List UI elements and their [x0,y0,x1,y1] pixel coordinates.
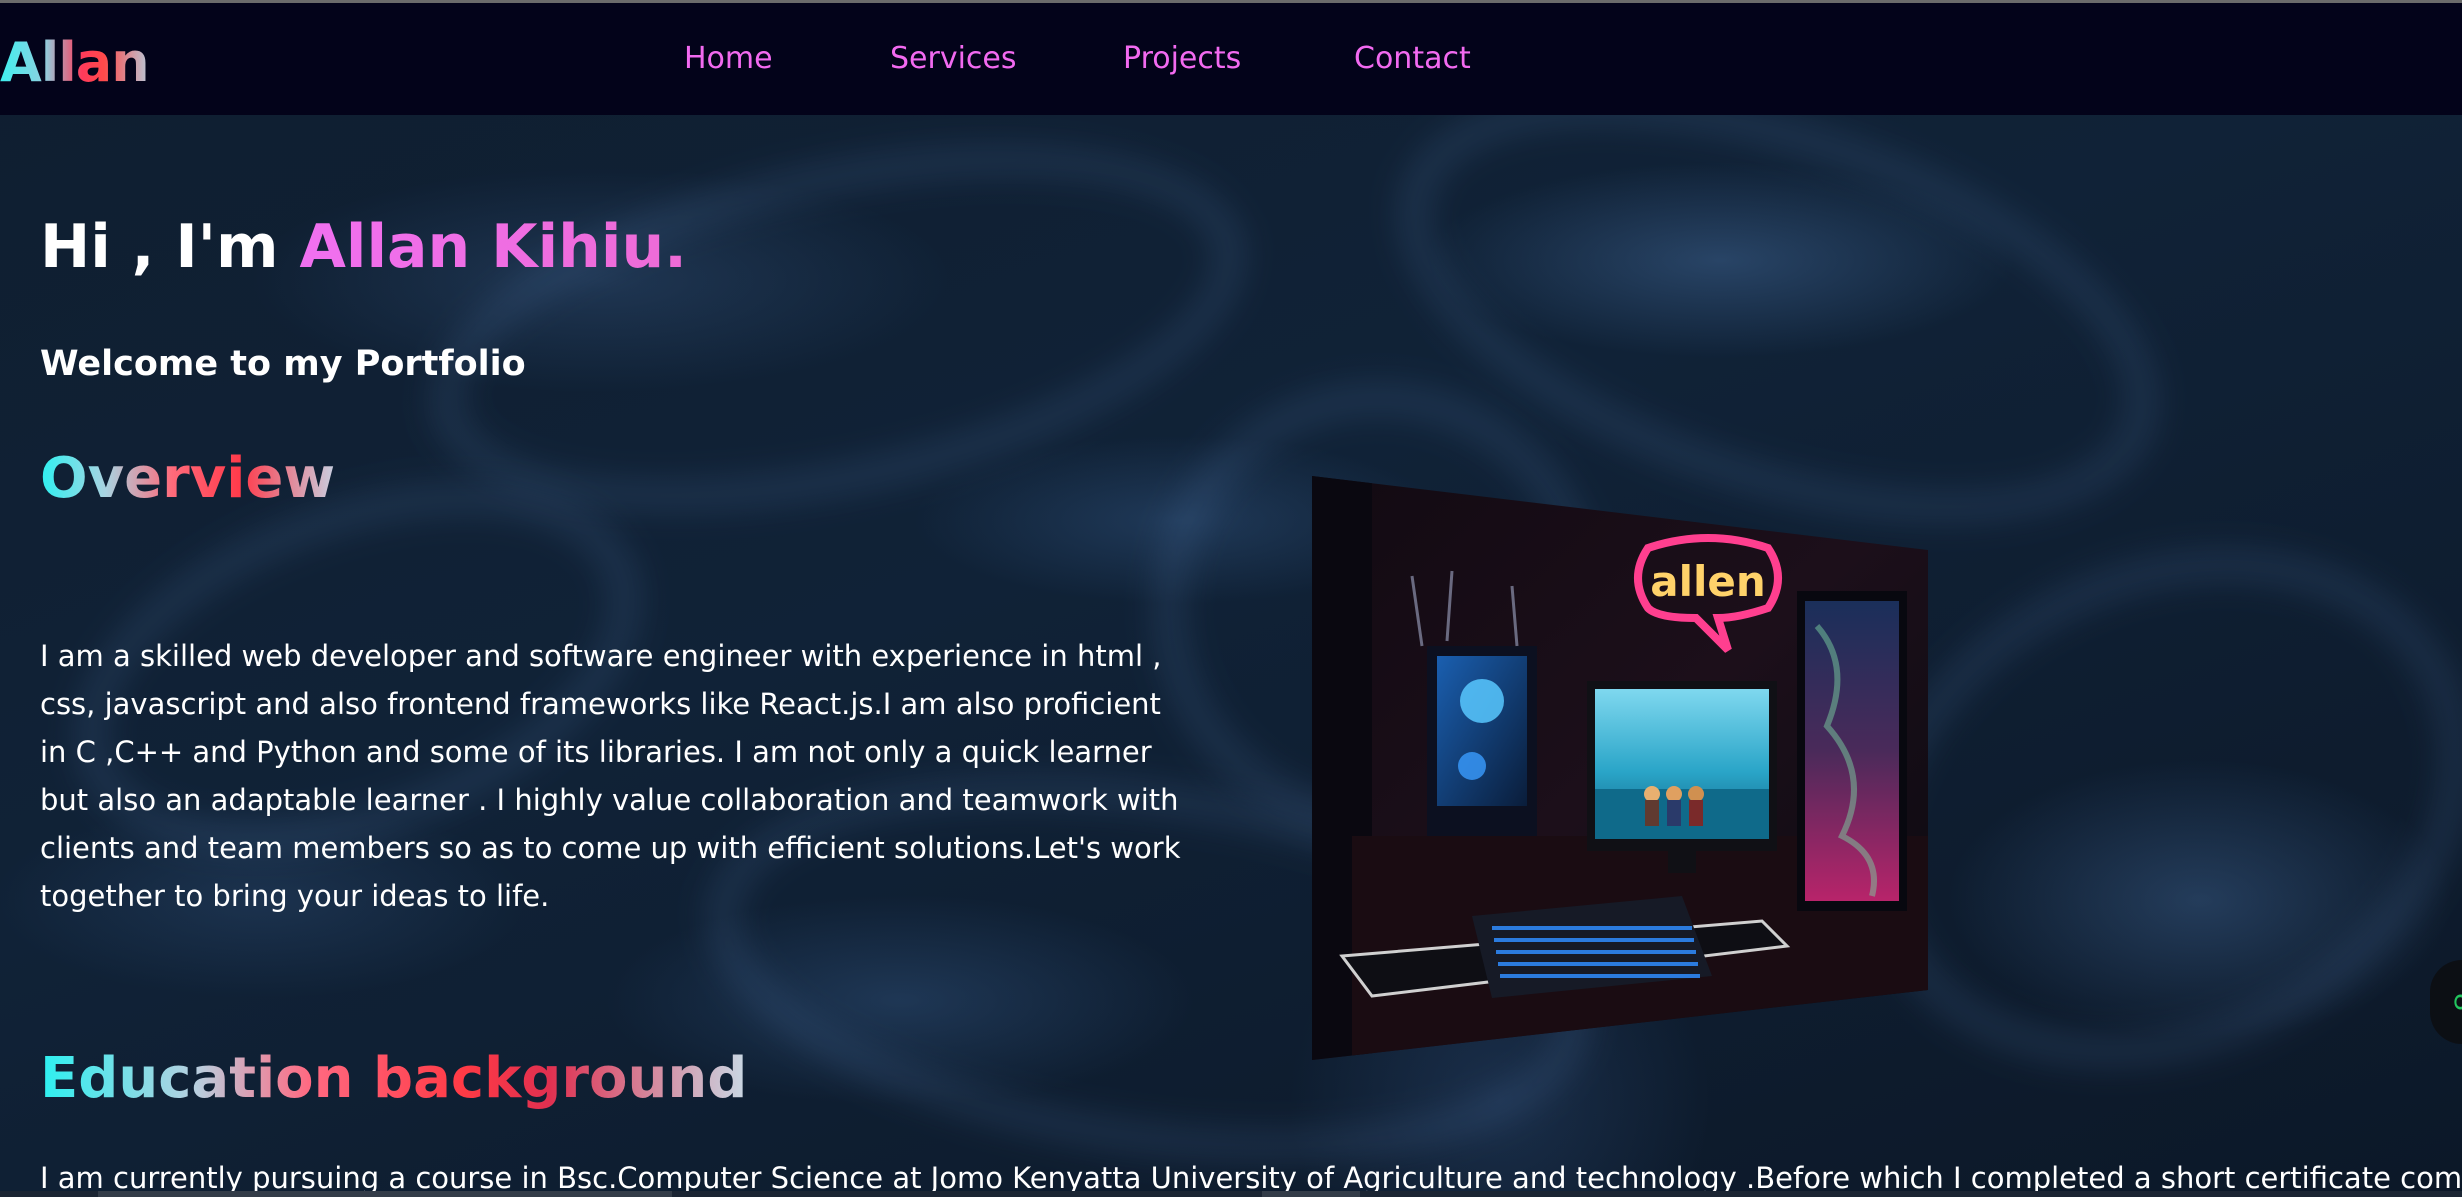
nav-contact-link[interactable]: Contact [1354,41,1471,76]
education-title: Education background [40,1046,748,1111]
navbar: Allan Home Services Projects Contact [0,3,2462,115]
overview-title: Overview [40,446,336,511]
desk-setup-illustration: allen [1312,476,1928,1060]
site-logo[interactable]: Allan [0,31,150,94]
hero-greeting: Hi , I'm [40,212,300,282]
horizontal-scrollbar[interactable] [0,1191,2462,1197]
chat-widget-button[interactable]: ∞ [2430,960,2462,1044]
hero-name: Allan Kihiu. [299,212,687,282]
scrollbar-thumb[interactable] [98,1191,672,1197]
page: Allan Home Services Projects Contact Hi … [0,0,2462,1197]
overview-text: I am a skilled web developer and softwar… [40,639,1181,913]
hero-title: Hi , I'm Allan Kihiu. [40,212,687,282]
nav-home-link[interactable]: Home [684,41,773,76]
desk-setup-photo: allen [1312,476,1928,1060]
welcome-heading: Welcome to my Portfolio [40,344,526,384]
neon-sign-text: allen [1650,557,1766,606]
nav-services-link[interactable]: Services [890,41,1017,76]
scrollbar-thumb-secondary[interactable] [1262,1191,1360,1197]
nav-projects-link[interactable]: Projects [1123,41,1241,76]
chat-widget-icon: ∞ [2450,978,2462,1024]
